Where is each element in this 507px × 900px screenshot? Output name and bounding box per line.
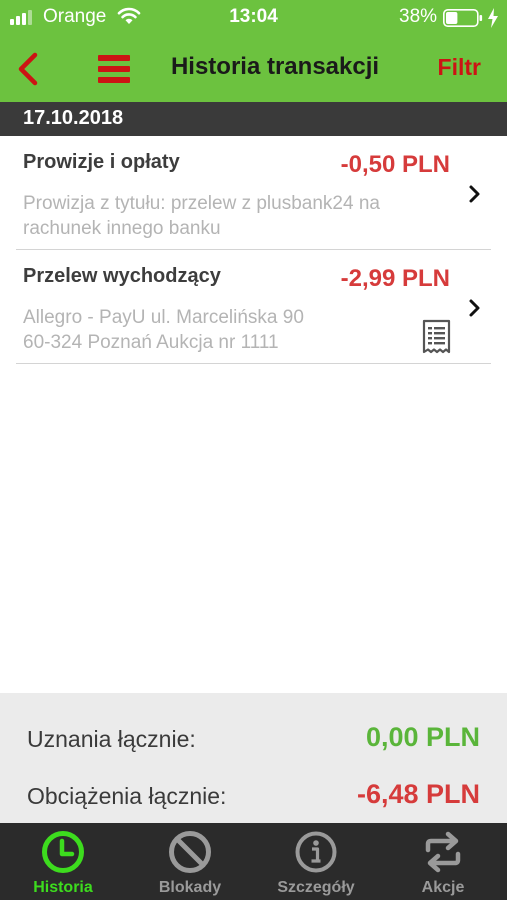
app-header: Orange 13:04 38% Historia transakcji Fil… xyxy=(0,0,507,102)
wifi-icon xyxy=(117,7,141,24)
tab-blokady[interactable]: Blokady xyxy=(127,823,253,900)
swap-arrows-icon xyxy=(425,831,461,873)
tab-label: Blokady xyxy=(158,879,222,896)
signal-strength-icon xyxy=(10,10,32,25)
transaction-row[interactable]: Prowizje i opłaty -0,50 PLN Prowizja z t… xyxy=(0,136,507,250)
transaction-description-line: Allegro - PayU ul. Marcelińska 90 xyxy=(23,307,304,328)
transaction-list: Prowizje i opłaty -0,50 PLN Prowizja z t… xyxy=(0,136,507,364)
info-icon xyxy=(295,831,337,873)
tab-label: Historia xyxy=(33,879,93,896)
menu-button[interactable] xyxy=(94,50,134,88)
debits-total-label: Obciążenia łącznie: xyxy=(27,783,227,809)
hamburger-menu-icon xyxy=(98,55,130,83)
page-title: Historia transakcji xyxy=(170,53,380,80)
status-bar: Orange 13:04 38% xyxy=(0,0,507,36)
transaction-description-line: 60-324 Poznań Aukcja nr 1111 xyxy=(23,332,279,353)
transaction-amount: -2,99 PLN xyxy=(340,265,450,292)
filter-button[interactable]: Filtr xyxy=(438,54,481,81)
credits-total-value: 0,00 PLN xyxy=(365,722,480,752)
chevron-right-icon xyxy=(469,299,480,317)
tab-historia[interactable]: Historia xyxy=(0,823,126,900)
bottom-tab-bar: Historia Blokady Szczegóły Akcje xyxy=(0,823,507,900)
charging-bolt-icon xyxy=(488,8,498,28)
transaction-description: Prowizja z tytułu: przelew z plusbank24 … xyxy=(23,191,380,241)
carrier-name: Orange xyxy=(43,6,107,27)
transaction-title: Prowizje i opłaty xyxy=(23,151,180,173)
back-button[interactable] xyxy=(8,48,48,90)
tab-akcje[interactable]: Akcje xyxy=(380,823,506,900)
transaction-description-line: rachunek innego banku xyxy=(23,218,221,239)
debits-total-value: -6,48 PLN xyxy=(356,779,480,809)
transaction-row[interactable]: Przelew wychodzący -2,99 PLN Allegro - P… xyxy=(0,250,507,364)
tab-label: Szczegóły xyxy=(277,879,355,896)
clock-icon xyxy=(42,831,84,873)
chevron-right-icon xyxy=(469,185,480,203)
transaction-description-line: Prowizja z tytułu: przelew z plusbank24 … xyxy=(23,193,380,214)
transaction-title: Przelew wychodzący xyxy=(23,265,221,287)
credits-total-label: Uznania łącznie: xyxy=(27,726,196,752)
transaction-amount: -0,50 PLN xyxy=(340,151,450,178)
blocked-icon xyxy=(169,831,211,873)
receipt-icon[interactable] xyxy=(422,319,451,355)
navigation-bar: Historia transakcji Filtr xyxy=(0,36,507,102)
totals-panel: Uznania łącznie: 0,00 PLN Obciążenia łąc… xyxy=(0,693,507,823)
chevron-left-icon xyxy=(18,52,38,86)
row-divider xyxy=(16,363,491,364)
tab-label: Akcje xyxy=(421,879,465,896)
tab-szczegoly[interactable]: Szczegóły xyxy=(253,823,379,900)
transaction-description: Allegro - PayU ul. Marcelińska 90 60-324… xyxy=(23,305,304,355)
battery-icon xyxy=(443,9,483,27)
date-section-header: 17.10.2018 xyxy=(0,102,507,136)
battery-percentage: 38% xyxy=(399,6,438,27)
section-date: 17.10.2018 xyxy=(23,107,124,129)
